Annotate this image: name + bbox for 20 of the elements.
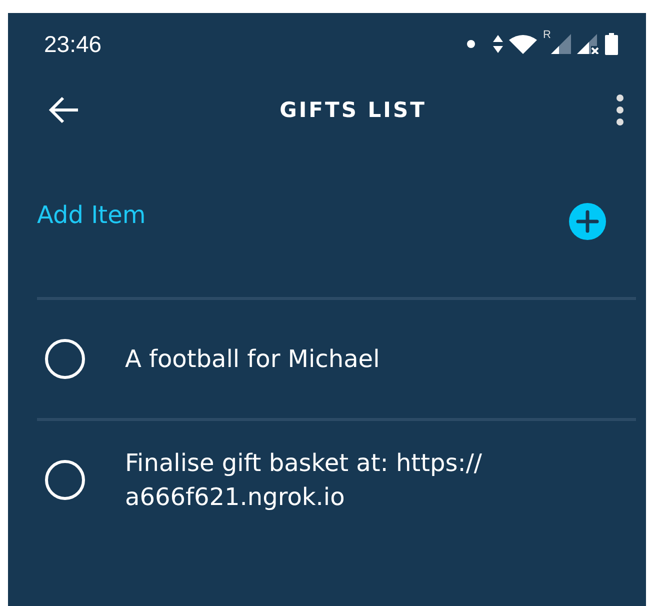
add-button[interactable] xyxy=(569,202,606,240)
item-checkbox[interactable] xyxy=(45,339,85,379)
signal-icon xyxy=(551,34,571,54)
wifi-icon xyxy=(509,34,538,54)
more-menu-button[interactable] xyxy=(616,94,624,126)
roaming-indicator: R xyxy=(543,29,551,41)
notification-dot-icon xyxy=(467,40,476,48)
signal-icon xyxy=(577,34,599,54)
item-checkbox[interactable] xyxy=(45,460,85,500)
battery-icon xyxy=(605,33,618,55)
back-arrow-icon xyxy=(48,96,80,124)
add-item-link[interactable]: Add Item xyxy=(37,201,146,229)
back-button[interactable] xyxy=(48,96,80,124)
item-text: Finalise gift basket at: https:// a666f621.ngrok.io xyxy=(125,448,483,513)
menu-icon xyxy=(616,94,624,126)
data-arrows-icon xyxy=(493,35,504,53)
plus-icon xyxy=(569,202,606,240)
screen-title: GIFTS LIST xyxy=(280,98,426,122)
status-time: 23:46 xyxy=(44,30,102,58)
item-text: A football for Michael xyxy=(125,344,380,375)
